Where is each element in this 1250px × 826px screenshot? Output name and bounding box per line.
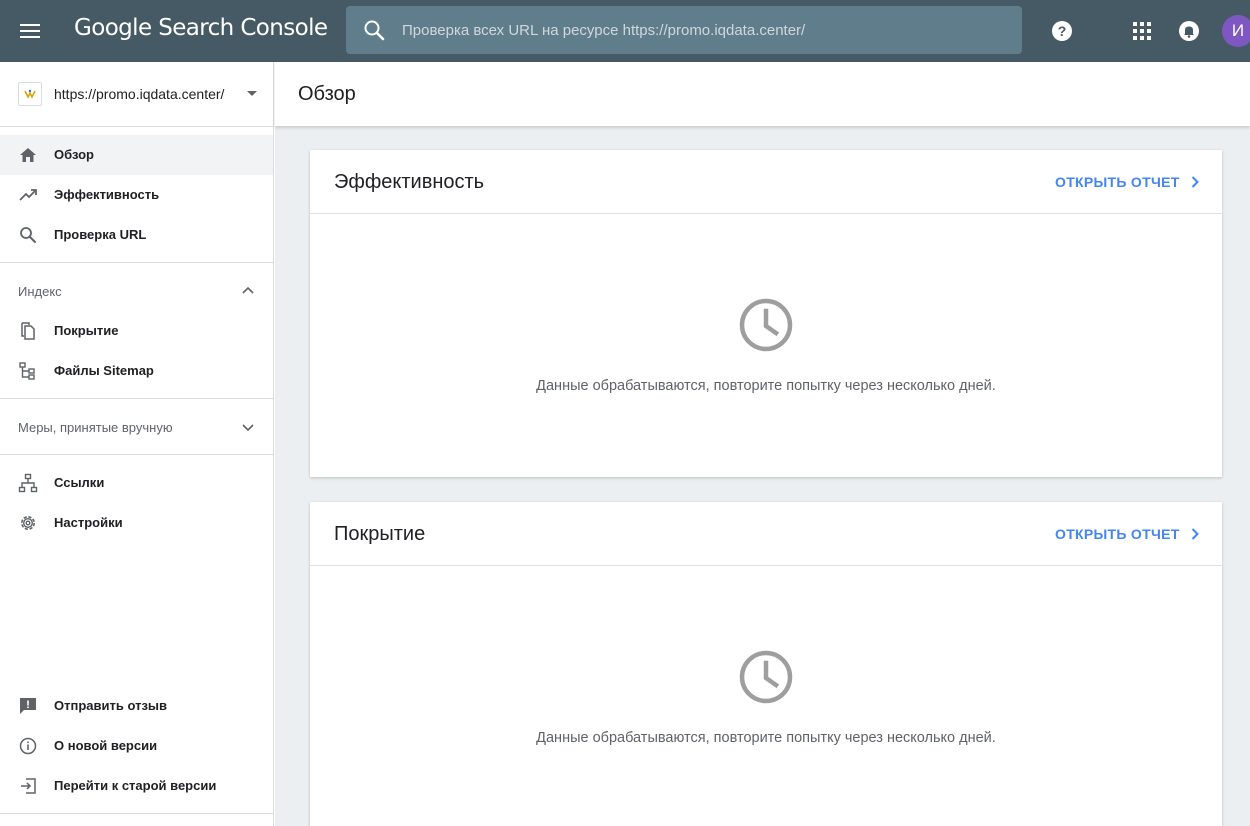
links-icon (18, 473, 38, 493)
coverage-card: Покрытие ОТКРЫТЬ ОТЧЕТ Данные обрабатыва… (310, 502, 1222, 826)
info-icon (19, 737, 37, 755)
sitemap-icon (19, 362, 35, 380)
section-label: Меры, принятые вручную (18, 420, 173, 435)
main-content: Эффективность ОТКРЫТЬ ОТЧЕТ Данные обраб… (275, 126, 1250, 826)
sidebar-item-label: Настройки (54, 515, 123, 530)
sidebar-item-settings[interactable]: Настройки (0, 503, 273, 543)
search-icon (20, 227, 36, 243)
notifications-button[interactable] (1171, 13, 1207, 49)
sidebar-section-index[interactable]: Индекс (0, 271, 273, 311)
help-icon: ? (1052, 21, 1072, 41)
sidebar: https://promo.iqdata.center/ Обзор Эффек… (0, 62, 274, 826)
svg-text:?: ? (1058, 23, 1067, 39)
search-input[interactable] (402, 6, 1002, 54)
bell-icon (1179, 21, 1199, 41)
open-report-label: ОТКРЫТЬ ОТЧЕТ (1055, 174, 1180, 190)
chevron-right-icon (1191, 528, 1199, 540)
exit-icon (21, 778, 36, 794)
url-inspection-search[interactable] (346, 6, 1022, 54)
sidebar-item-label: Перейти к старой версии (54, 778, 217, 793)
sidebar-divider (0, 398, 273, 399)
sidebar-item-label: Покрытие (54, 323, 119, 338)
property-url: https://promo.iqdata.center/ (54, 86, 225, 102)
open-report-link[interactable]: ОТКРЫТЬ ОТЧЕТ (1055, 174, 1202, 190)
sidebar-divider (0, 262, 273, 263)
file-copy-icon (21, 322, 35, 340)
sidebar-item-old-version[interactable]: Перейти к старой версии (0, 766, 273, 806)
hamburger-menu-icon (20, 24, 40, 38)
sidebar-item-label: Отправить отзыв (54, 698, 167, 713)
sidebar-item-feedback[interactable]: Отправить отзыв (0, 686, 273, 726)
sidebar-item-coverage[interactable]: Покрытие (0, 311, 273, 351)
chevron-up-icon (242, 286, 254, 294)
sidebar-divider (0, 126, 273, 127)
home-icon (20, 148, 36, 162)
sidebar-item-label: О новой версии (54, 738, 158, 753)
search-icon (364, 20, 385, 41)
card-header: Эффективность ОТКРЫТЬ ОТЧЕТ (310, 150, 1222, 214)
chevron-right-icon (1191, 176, 1199, 188)
sidebar-item-label: Обзор (54, 147, 94, 162)
apps-grid-icon (1133, 22, 1151, 40)
top-app-bar: Google Search Console ? И (0, 0, 1250, 62)
account-avatar[interactable]: И (1222, 15, 1250, 47)
sidebar-item-performance[interactable]: Эффективность (0, 175, 273, 215)
sidebar-divider (0, 813, 273, 814)
sidebar-item-label: Ссылки (54, 475, 105, 490)
card-title: Эффективность (334, 171, 485, 193)
section-label: Индекс (18, 284, 62, 299)
chevron-down-icon (242, 424, 254, 432)
sidebar-item-overview[interactable]: Обзор (0, 135, 273, 175)
product-logo[interactable]: Google Search Console (74, 15, 328, 41)
property-favicon (18, 82, 42, 106)
card-title: Покрытие (334, 523, 426, 545)
sidebar-item-label: Эффективность (54, 187, 160, 202)
gear-icon (21, 516, 35, 530)
sidebar-divider (0, 454, 273, 455)
page-header: Обзор (275, 62, 1250, 126)
trending-up-icon (19, 189, 37, 201)
open-report-label: ОТКРЫТЬ ОТЧЕТ (1055, 526, 1180, 542)
sidebar-item-about-new-version[interactable]: О новой версии (0, 726, 273, 766)
site-favicon-icon (24, 89, 36, 99)
processing-message: Данные обрабатываются, повторите попытку… (536, 730, 996, 746)
help-button[interactable]: ? (1044, 13, 1080, 49)
sidebar-item-sitemaps[interactable]: Файлы Sitemap (0, 351, 273, 391)
page-title: Обзор (298, 83, 356, 105)
open-report-link[interactable]: ОТКРЫТЬ ОТЧЕТ (1055, 526, 1202, 542)
apps-button[interactable] (1124, 13, 1160, 49)
clock-icon (739, 298, 793, 352)
sidebar-section-manual-actions[interactable]: Меры, принятые вручную (0, 407, 273, 447)
sidebar-item-label: Проверка URL (54, 227, 147, 242)
dropdown-caret-icon (247, 91, 257, 96)
card-header: Покрытие ОТКРЫТЬ ОТЧЕТ (310, 502, 1222, 566)
processing-message: Данные обрабатываются, повторите попытку… (536, 378, 996, 394)
feedback-icon (20, 698, 36, 714)
main-menu-button[interactable] (10, 11, 50, 51)
performance-card: Эффективность ОТКРЫТЬ ОТЧЕТ Данные обраб… (310, 150, 1222, 477)
clock-icon (739, 650, 793, 704)
sidebar-item-links[interactable]: Ссылки (0, 463, 273, 503)
property-selector[interactable]: https://promo.iqdata.center/ (0, 62, 273, 126)
sidebar-item-label: Файлы Sitemap (54, 363, 154, 378)
sidebar-item-url-inspection[interactable]: Проверка URL (0, 215, 273, 255)
